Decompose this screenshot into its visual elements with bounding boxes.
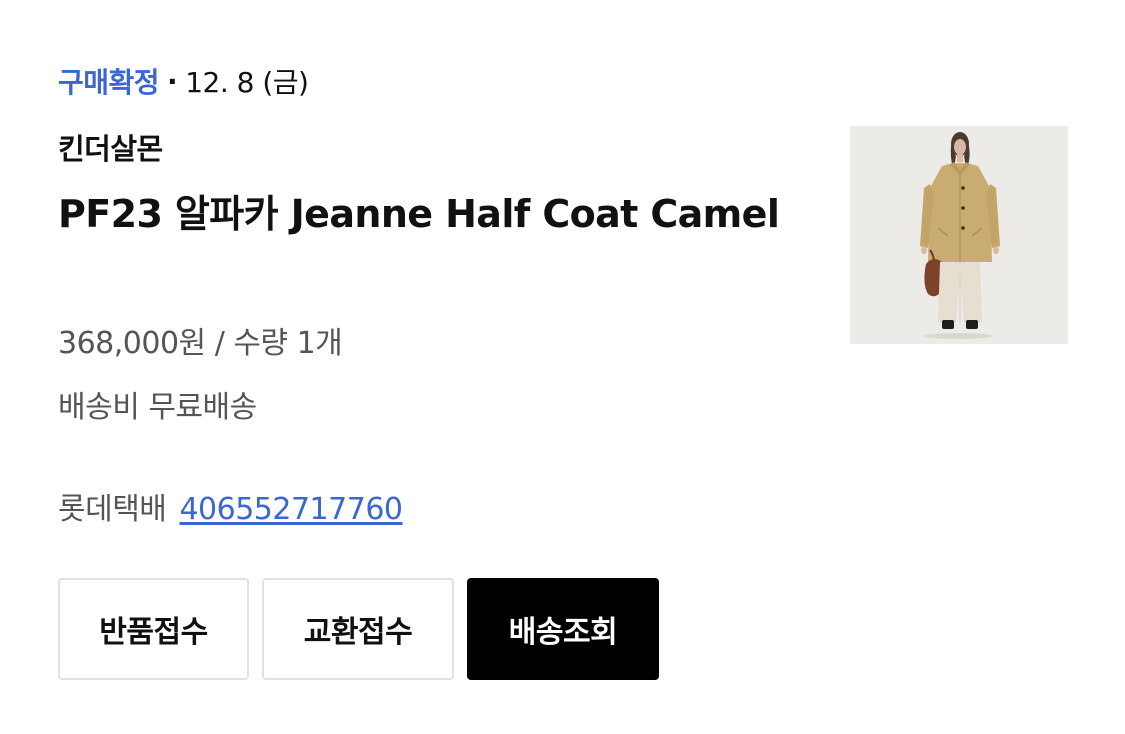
price-quantity: 368,000원 / 수량 1개 [58, 326, 343, 361]
brand-name[interactable]: 킨더살몬 [58, 126, 163, 168]
tracking-number-link[interactable]: 406552717760 [179, 492, 403, 527]
courier-name: 롯데택배 [58, 492, 167, 527]
coat-product-image [850, 126, 1068, 344]
order-item-card: 구매확정 · 12. 8 (금) 킨더살몬 PF23 알파카 Jeanne Ha… [0, 0, 1125, 734]
return-request-button[interactable]: 반품접수 [58, 578, 249, 680]
order-status-line: 구매확정 · 12. 8 (금) [58, 60, 309, 102]
shipping-fee: 배송비 무료배송 [58, 390, 257, 425]
order-status: 구매확정 [58, 66, 160, 99]
tracking-info: 롯데택배 406552717760 [58, 484, 403, 528]
product-name[interactable]: PF23 알파카 Jeanne Half Coat Camel [58, 184, 793, 244]
exchange-request-button[interactable]: 교환접수 [262, 578, 454, 680]
order-date: 12. 8 (금) [185, 66, 309, 99]
track-delivery-button[interactable]: 배송조회 [467, 578, 659, 680]
status-separator: · [167, 64, 178, 98]
product-thumbnail[interactable] [850, 126, 1068, 344]
